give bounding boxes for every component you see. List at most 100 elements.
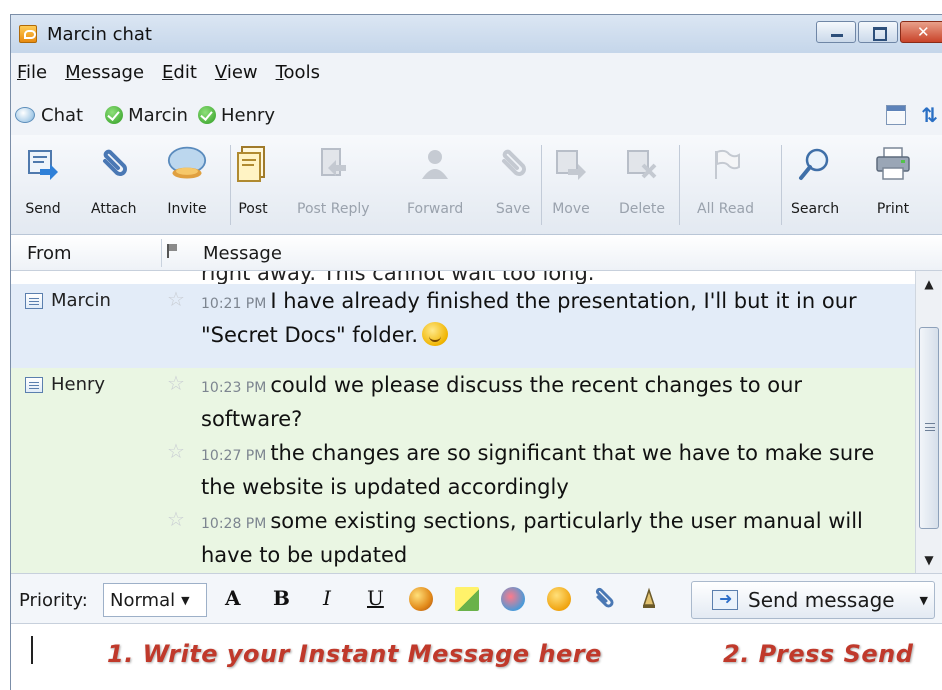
priority-dropdown[interactable]: Normal ▼: [103, 583, 207, 617]
chat-label[interactable]: Chat: [41, 105, 83, 126]
message-doc-icon: [25, 292, 43, 309]
menu-tools[interactable]: Tools: [276, 62, 320, 83]
calendar-icon[interactable]: [886, 105, 906, 125]
message-list-header: From Message: [11, 235, 942, 271]
app-icon: [19, 25, 37, 43]
menu-bar: File Message Edit View Tools: [11, 57, 942, 87]
write-hint: 1. Write your Instant Message here: [107, 640, 602, 668]
attach-button[interactable]: Attach: [91, 141, 136, 217]
flag-icon: [705, 141, 745, 187]
toolbar-separator: [230, 145, 231, 225]
chat-bubble-icon: [15, 107, 35, 123]
toolbar-separator: [781, 145, 782, 225]
participants-bar: Chat Marcin Henry ⇅: [11, 98, 942, 132]
message-text: 10:27 PM the changes are so significant t…: [201, 441, 875, 499]
star-icon[interactable]: ☆: [167, 439, 185, 463]
toolbar-separator: [541, 145, 542, 225]
emoticon-icon[interactable]: [547, 587, 571, 611]
minimize-button[interactable]: [816, 21, 856, 43]
send-button[interactable]: Send: [23, 141, 63, 217]
column-separator[interactable]: [161, 239, 162, 267]
message-text: 10:28 PM some existing sections, particul…: [201, 509, 863, 567]
sender-henry: Henry: [25, 374, 105, 395]
participant-marcin[interactable]: Marcin: [128, 105, 188, 126]
bold-button[interactable]: B: [273, 586, 290, 610]
refresh-icon[interactable]: ⇅: [921, 103, 938, 127]
message-list: right away. This cannot wait too long. M…: [11, 271, 915, 573]
delete-button[interactable]: Delete: [619, 141, 665, 217]
printer-icon: [873, 141, 913, 187]
chevron-down-icon: ▼: [181, 593, 190, 607]
chevron-down-icon[interactable]: ▼: [920, 594, 928, 607]
close-button[interactable]: [900, 21, 942, 43]
send-hint: 2. Press Send: [723, 640, 914, 668]
post-reply-icon: [313, 141, 353, 187]
message-group-henry[interactable]: Henry ☆ 10:23 PM could we please discuss …: [11, 368, 915, 573]
forward-button[interactable]: Forward: [407, 141, 463, 217]
post-button[interactable]: Post: [233, 141, 273, 217]
send-icon: [23, 141, 63, 187]
print-button[interactable]: Print: [873, 141, 913, 217]
message-input[interactable]: 1. Write your Instant Message here 2. Pr…: [11, 623, 942, 690]
save-button[interactable]: Save: [493, 141, 533, 217]
message-text: 10:21 PM I have already finished the pres…: [201, 289, 857, 347]
paperclip-icon: [94, 141, 134, 187]
bell-icon[interactable]: [637, 587, 661, 611]
star-icon[interactable]: ☆: [167, 287, 185, 311]
insert-link-icon[interactable]: [501, 587, 525, 611]
star-icon[interactable]: ☆: [167, 371, 185, 395]
message-group-marcin[interactable]: Marcin ☆ 10:21 PM I have already finished…: [11, 284, 915, 368]
column-from[interactable]: From: [27, 243, 72, 264]
forward-icon: [415, 141, 455, 187]
participant-henry[interactable]: Henry: [221, 105, 275, 126]
highlight-icon[interactable]: [455, 587, 479, 611]
italic-button[interactable]: I: [323, 586, 331, 610]
attach-file-icon[interactable]: [593, 587, 617, 611]
column-message[interactable]: Message: [203, 243, 282, 264]
font-color-icon[interactable]: [409, 587, 433, 611]
title-bar: Marcin chat: [11, 15, 942, 53]
online-check-icon: [197, 106, 216, 124]
message-text: 10:23 PM could we please discuss the rece…: [201, 373, 803, 431]
magnifier-icon: [795, 141, 835, 187]
all-read-button[interactable]: All Read: [697, 141, 754, 217]
vertical-scrollbar[interactable]: ▲ ▼: [915, 271, 941, 573]
priority-label: Priority:: [19, 590, 88, 611]
search-button[interactable]: Search: [791, 141, 839, 217]
window-title: Marcin chat: [47, 23, 152, 45]
move-icon: [551, 141, 591, 187]
online-check-icon: [105, 106, 124, 124]
scroll-down-arrow-icon[interactable]: ▼: [918, 549, 940, 571]
flag-column-icon[interactable]: [167, 244, 177, 258]
invite-button[interactable]: Invite: [167, 141, 207, 217]
invite-icon: [167, 141, 207, 187]
sender-marcin: Marcin: [25, 290, 111, 311]
window-controls: [816, 21, 942, 43]
format-toolbar: Priority: Normal ▼ A B I U Send message …: [11, 573, 942, 623]
scroll-thumb[interactable]: [919, 327, 939, 529]
scroll-up-arrow-icon[interactable]: ▲: [918, 273, 940, 295]
font-size-button[interactable]: A: [225, 586, 241, 610]
message-doc-icon: [25, 376, 43, 393]
post-icon: [233, 141, 273, 187]
scroll-grip-icon: [925, 423, 935, 431]
star-icon[interactable]: ☆: [167, 507, 185, 531]
clipped-message-text: right away. This cannot wait too long.: [201, 271, 595, 285]
delete-icon: [622, 141, 662, 187]
send-message-icon: [712, 589, 738, 610]
send-message-button[interactable]: Send message ▼: [691, 581, 935, 619]
text-cursor: [31, 636, 33, 664]
maximize-button[interactable]: [858, 21, 898, 43]
save-clip-icon: [493, 141, 533, 187]
post-reply-button[interactable]: Post Reply: [297, 141, 370, 217]
menu-edit[interactable]: Edit: [162, 62, 197, 83]
main-toolbar: Send Attach Invite Post Post Reply Forwa…: [11, 135, 942, 235]
wink-smiley-icon: [422, 322, 449, 346]
menu-message[interactable]: Message: [65, 62, 144, 83]
underline-button[interactable]: U: [367, 586, 384, 610]
toolbar-separator: [679, 145, 680, 225]
menu-file[interactable]: File: [17, 62, 47, 83]
move-button[interactable]: Move: [551, 141, 591, 217]
chat-window: Marcin chat File Message Edit View Tools…: [10, 14, 942, 690]
menu-view[interactable]: View: [215, 62, 258, 83]
